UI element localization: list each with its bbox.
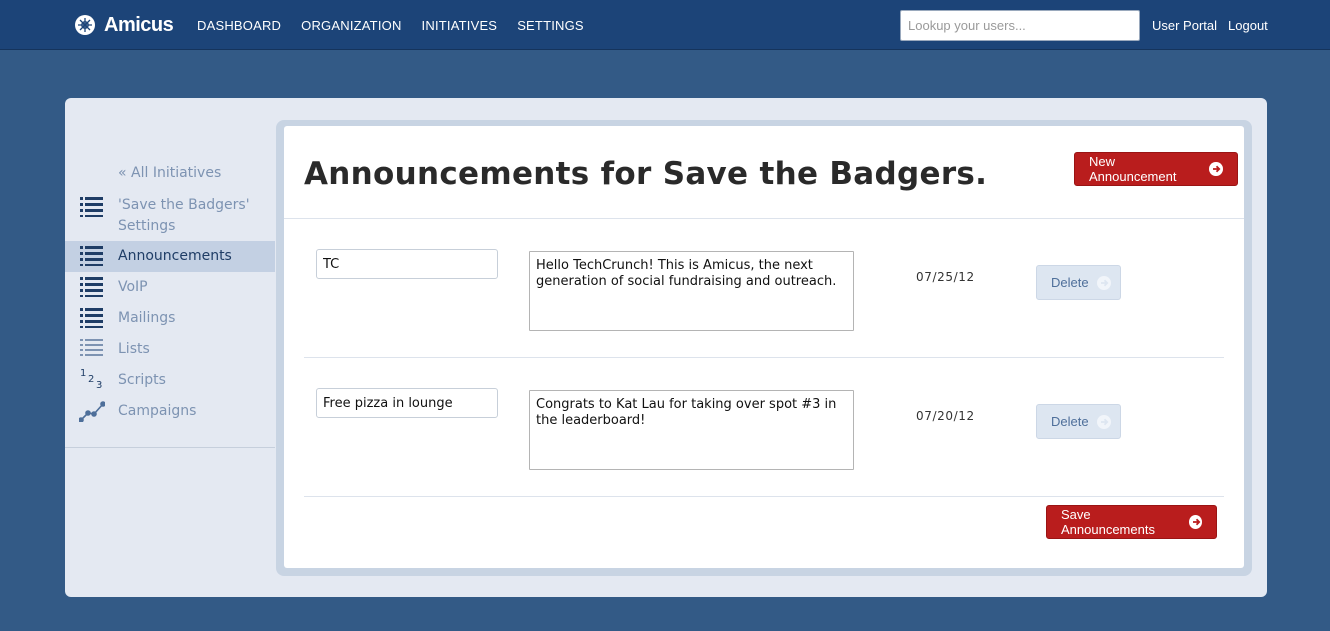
delete-announcement-button[interactable]: Delete xyxy=(1036,265,1121,300)
account-links: User Portal Logout xyxy=(1152,18,1268,33)
page-title: Announcements for Save the Badgers. xyxy=(304,156,988,192)
announcement-date: 07/20/12 xyxy=(916,409,975,423)
user-portal-link[interactable]: User Portal xyxy=(1152,18,1217,33)
all-initiatives-link[interactable]: « All Initiatives xyxy=(118,165,221,181)
svg-text:1: 1 xyxy=(80,368,86,379)
nav-dashboard[interactable]: DASHBOARD xyxy=(197,18,281,33)
logout-link[interactable]: Logout xyxy=(1228,18,1268,33)
arrow-right-icon xyxy=(1188,515,1202,529)
sidebar-item-settings[interactable]: 'Save the Badgers' Settings xyxy=(65,194,275,238)
nav-initiatives[interactable]: INITIATIVES xyxy=(422,18,498,33)
list-icon xyxy=(80,197,103,217)
announcements-card: Announcements for Save the Badgers. New … xyxy=(284,126,1244,568)
brand-name: Amicus xyxy=(104,13,174,36)
list-icon xyxy=(80,308,103,328)
svg-text:2: 2 xyxy=(88,374,94,385)
delete-label: Delete xyxy=(1051,414,1089,429)
delete-label: Delete xyxy=(1051,275,1089,290)
list-icon xyxy=(80,246,103,266)
save-announcements-button[interactable]: Save Announcements xyxy=(1046,505,1217,539)
row-divider xyxy=(304,496,1224,497)
header-divider xyxy=(284,218,1244,219)
svg-text:3: 3 xyxy=(96,380,102,389)
sidebar-item-label: Scripts xyxy=(118,372,166,388)
numbered-list-icon: 123 xyxy=(80,368,102,389)
sidebar-item-label: Campaigns xyxy=(118,403,197,419)
sidebar-item-label: Lists xyxy=(118,341,150,357)
sidebar-item-label: Mailings xyxy=(118,310,176,326)
new-announcement-button[interactable]: New Announcement xyxy=(1074,152,1238,186)
amicus-logo-icon xyxy=(75,15,95,35)
sidebar-item-lists[interactable]: Lists xyxy=(65,334,275,365)
announcement-title-input[interactable] xyxy=(316,388,498,418)
main-nav: DASHBOARD ORGANIZATION INITIATIVES SETTI… xyxy=(197,18,584,33)
nav-settings[interactable]: SETTINGS xyxy=(517,18,584,33)
sidebar-item-voip[interactable]: VoIP xyxy=(65,272,275,303)
sidebar-item-label: Announcements xyxy=(118,248,232,264)
sidebar-item-campaigns[interactable]: Campaigns xyxy=(65,396,275,427)
announcement-title-input[interactable] xyxy=(316,249,498,279)
content-panel: « All Initiatives 'Save the Badgers' Set… xyxy=(65,98,1267,597)
top-navbar: Amicus DASHBOARD ORGANIZATION INITIATIVE… xyxy=(0,0,1330,50)
row-divider xyxy=(304,357,1224,358)
announcement-body-textarea[interactable]: Hello TechCrunch! This is Amicus, the ne… xyxy=(529,251,854,331)
list-icon xyxy=(80,277,103,297)
brand-logo[interactable]: Amicus xyxy=(74,12,174,38)
list-icon xyxy=(80,339,103,356)
new-announcement-label: New Announcement xyxy=(1089,154,1177,184)
announcement-body-textarea[interactable]: Congrats to Kat Lau for taking over spot… xyxy=(529,390,854,470)
arrow-right-icon xyxy=(1096,275,1111,290)
sidebar: « All Initiatives 'Save the Badgers' Set… xyxy=(65,98,275,448)
user-search-input[interactable] xyxy=(900,10,1140,41)
sidebar-item-label: 'Save the Badgers' Settings xyxy=(118,197,250,234)
sidebar-item-label: VoIP xyxy=(118,279,148,295)
delete-announcement-button[interactable]: Delete xyxy=(1036,404,1121,439)
save-announcements-label: Save Announcements xyxy=(1061,507,1155,537)
announcement-date: 07/25/12 xyxy=(916,270,975,284)
nav-organization[interactable]: ORGANIZATION xyxy=(301,18,401,33)
line-graph-icon xyxy=(79,401,105,422)
arrow-right-icon xyxy=(1209,162,1223,176)
sidebar-item-announcements[interactable]: Announcements xyxy=(65,241,275,272)
arrow-right-icon xyxy=(1096,414,1111,429)
sidebar-item-scripts[interactable]: 123 Scripts xyxy=(65,365,275,396)
sidebar-item-mailings[interactable]: Mailings xyxy=(65,303,275,334)
main-card-frame: Announcements for Save the Badgers. New … xyxy=(276,120,1252,576)
